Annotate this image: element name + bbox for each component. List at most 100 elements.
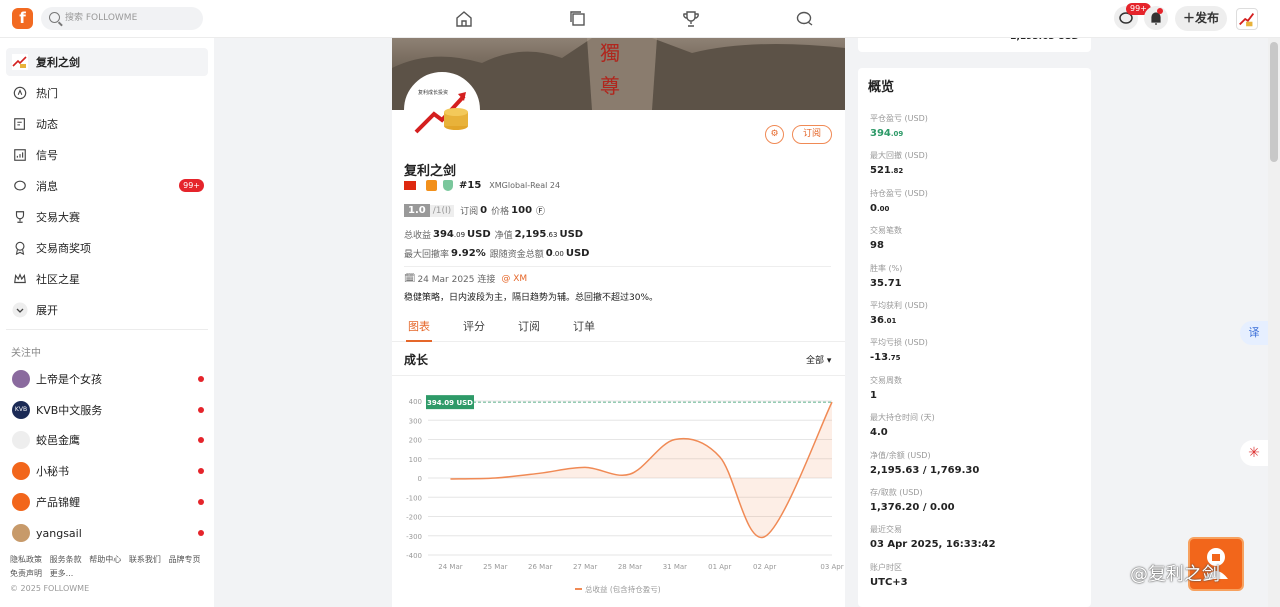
- stat-value: 2,195.63 / 1,769.30: [870, 465, 979, 476]
- overview-panel: 概览 平仓盈亏 (USD) 394.09 最大回撤 (USD) 521.82 持仓盈亏 …: [858, 68, 1091, 607]
- search-input[interactable]: 搜索 FOLLOWME: [41, 7, 203, 30]
- y-tick-label: 0: [418, 475, 422, 483]
- flag-cn-icon: [404, 181, 416, 190]
- following-title: 关注中: [11, 348, 41, 359]
- x-tick-label: 25 Mar: [483, 563, 507, 571]
- search-icon: [49, 12, 60, 23]
- scrollbar[interactable]: [1268, 38, 1280, 607]
- stat-value: 0.00: [870, 203, 889, 214]
- watermark: @复利之剑: [1130, 564, 1220, 585]
- y-tick-label: 300: [409, 417, 422, 425]
- notifications-button[interactable]: [1144, 6, 1168, 30]
- user-avatar[interactable]: [1236, 8, 1258, 30]
- tab-chart[interactable]: 图表: [406, 318, 432, 342]
- sidebar-item-profile[interactable]: 复利之剑: [6, 48, 208, 76]
- divider: [404, 266, 831, 267]
- followme-logo[interactable]: f: [12, 8, 33, 29]
- unread-dot: [198, 376, 204, 382]
- following-item[interactable]: yangsail: [6, 519, 208, 547]
- sidebar-item-broker-awards[interactable]: 交易商奖项: [6, 234, 208, 262]
- stat-value-main: -13: [870, 352, 889, 364]
- footer-link-more[interactable]: 更多...: [50, 569, 74, 578]
- signals-icon[interactable]: [568, 9, 588, 29]
- following-item[interactable]: 上帝是个女孩: [6, 365, 208, 393]
- footer-link-help[interactable]: 帮助中心: [89, 555, 121, 564]
- sidebar-item-hot[interactable]: 热门: [6, 79, 208, 107]
- unread-dot: [198, 530, 204, 536]
- footer-link-disclaimer[interactable]: 免责声明: [10, 569, 42, 578]
- profile-tabs: 图表 评分 订阅 订单: [392, 310, 845, 342]
- y-tick-label: 100: [409, 456, 422, 464]
- stat-value-main: 1,376.20 / 0.00: [870, 502, 955, 513]
- sidebar-divider: [6, 329, 208, 330]
- stat-value-main: 36: [870, 315, 884, 326]
- sidebar-item-feed[interactable]: 动态: [6, 110, 208, 138]
- stat-label: 交易笔数: [870, 226, 902, 236]
- stat-label: 最近交易: [870, 525, 902, 535]
- translate-button[interactable]: 译: [1240, 321, 1268, 345]
- tab-orders[interactable]: 订单: [573, 318, 595, 334]
- sidebar-item-expand[interactable]: 展开: [6, 296, 208, 324]
- broker-account: XMGlobal-Real 24: [489, 181, 561, 190]
- home-icon[interactable]: [454, 9, 474, 29]
- tab-subscribe[interactable]: 订阅: [518, 318, 540, 334]
- subscribe-button[interactable]: 订阅: [792, 125, 832, 144]
- x-tick-label: 28 Mar: [618, 563, 642, 571]
- sidebar-item-signals[interactable]: 信号: [6, 141, 208, 169]
- following-item[interactable]: KVB KVB中文服务: [6, 396, 208, 424]
- sidebar-item-contest[interactable]: 交易大赛: [6, 203, 208, 231]
- stat-value: 98: [870, 240, 884, 251]
- avatar-image: [1239, 13, 1255, 27]
- tab-rating[interactable]: 评分: [463, 318, 485, 334]
- shield-icon: [443, 180, 453, 191]
- chat-icon[interactable]: [795, 9, 815, 29]
- range-filter[interactable]: 全部 ▾: [806, 353, 831, 366]
- stat-value-main: 4.0: [870, 427, 888, 439]
- series-area: [450, 402, 832, 538]
- signal-icon: [12, 147, 28, 163]
- profile-avatar[interactable]: 复利成长投资: [404, 72, 480, 148]
- stat-value-main: 394: [870, 128, 891, 139]
- price: 100: [511, 205, 533, 216]
- stat-value: 03 Apr 2025, 16:33:42: [870, 539, 996, 550]
- following-item[interactable]: 蛟邑金鹰: [6, 426, 208, 454]
- plus-icon: ＋: [1182, 11, 1195, 25]
- ai-assistant-icon[interactable]: ✳: [1240, 440, 1268, 466]
- caret-down-icon: ▾: [826, 356, 832, 366]
- stat-label: 平均亏损 (USD): [870, 338, 928, 348]
- sidebar-item-community-star[interactable]: 社区之星: [6, 265, 208, 293]
- following-item[interactable]: 小秘书: [6, 457, 208, 485]
- footer-link-terms[interactable]: 服务条款: [50, 555, 82, 564]
- broker-link[interactable]: @ XM: [501, 274, 527, 284]
- gear-icon: ⚙: [770, 129, 779, 139]
- settings-button[interactable]: ⚙: [765, 125, 784, 144]
- version-badge: 1.0: [404, 204, 430, 217]
- y-tick-label: 200: [409, 437, 422, 445]
- stat-label: 存/取款 (USD): [870, 488, 923, 497]
- footer-link-brand[interactable]: 品牌专页: [169, 555, 201, 564]
- footer-link-contact[interactable]: 联系我们: [129, 555, 161, 564]
- eagle-avatar: [12, 431, 30, 449]
- trophy-icon[interactable]: [681, 9, 701, 29]
- footer-link-privacy[interactable]: 隐私政策: [10, 555, 42, 564]
- rank: #15: [459, 180, 482, 191]
- x-tick-label: 01 Apr: [708, 563, 731, 571]
- coin-icon: Ⓕ: [536, 207, 546, 217]
- strategy-desc: 稳健策略，日内波段为主，隔日趋势为辅。总回撤不超过30%。: [404, 293, 659, 303]
- stat-label: 持仓盈亏 (USD): [870, 188, 928, 198]
- publish-button[interactable]: ＋发布: [1175, 6, 1227, 31]
- sidebar-item-messages[interactable]: 消息 99+: [6, 172, 208, 200]
- avatar-caption: 复利成长投资: [418, 90, 449, 96]
- x-tick-label: 24 Mar: [438, 563, 462, 571]
- stat-value-decimal: .82: [890, 167, 904, 176]
- y-tick-label: 400: [409, 398, 422, 406]
- version-sub: /1(I): [429, 204, 455, 217]
- unread-dot: [198, 468, 204, 474]
- stat-value-main: 2,195.63 / 1,769.30: [870, 464, 980, 476]
- unread-dot: [198, 407, 204, 413]
- product-avatar: [12, 493, 30, 511]
- scrollbar-thumb[interactable]: [1270, 42, 1278, 162]
- x-tick-label: 31 Mar: [663, 563, 687, 571]
- following-item[interactable]: 产品锦鲤: [6, 488, 208, 516]
- overview-title: 概览: [868, 80, 895, 95]
